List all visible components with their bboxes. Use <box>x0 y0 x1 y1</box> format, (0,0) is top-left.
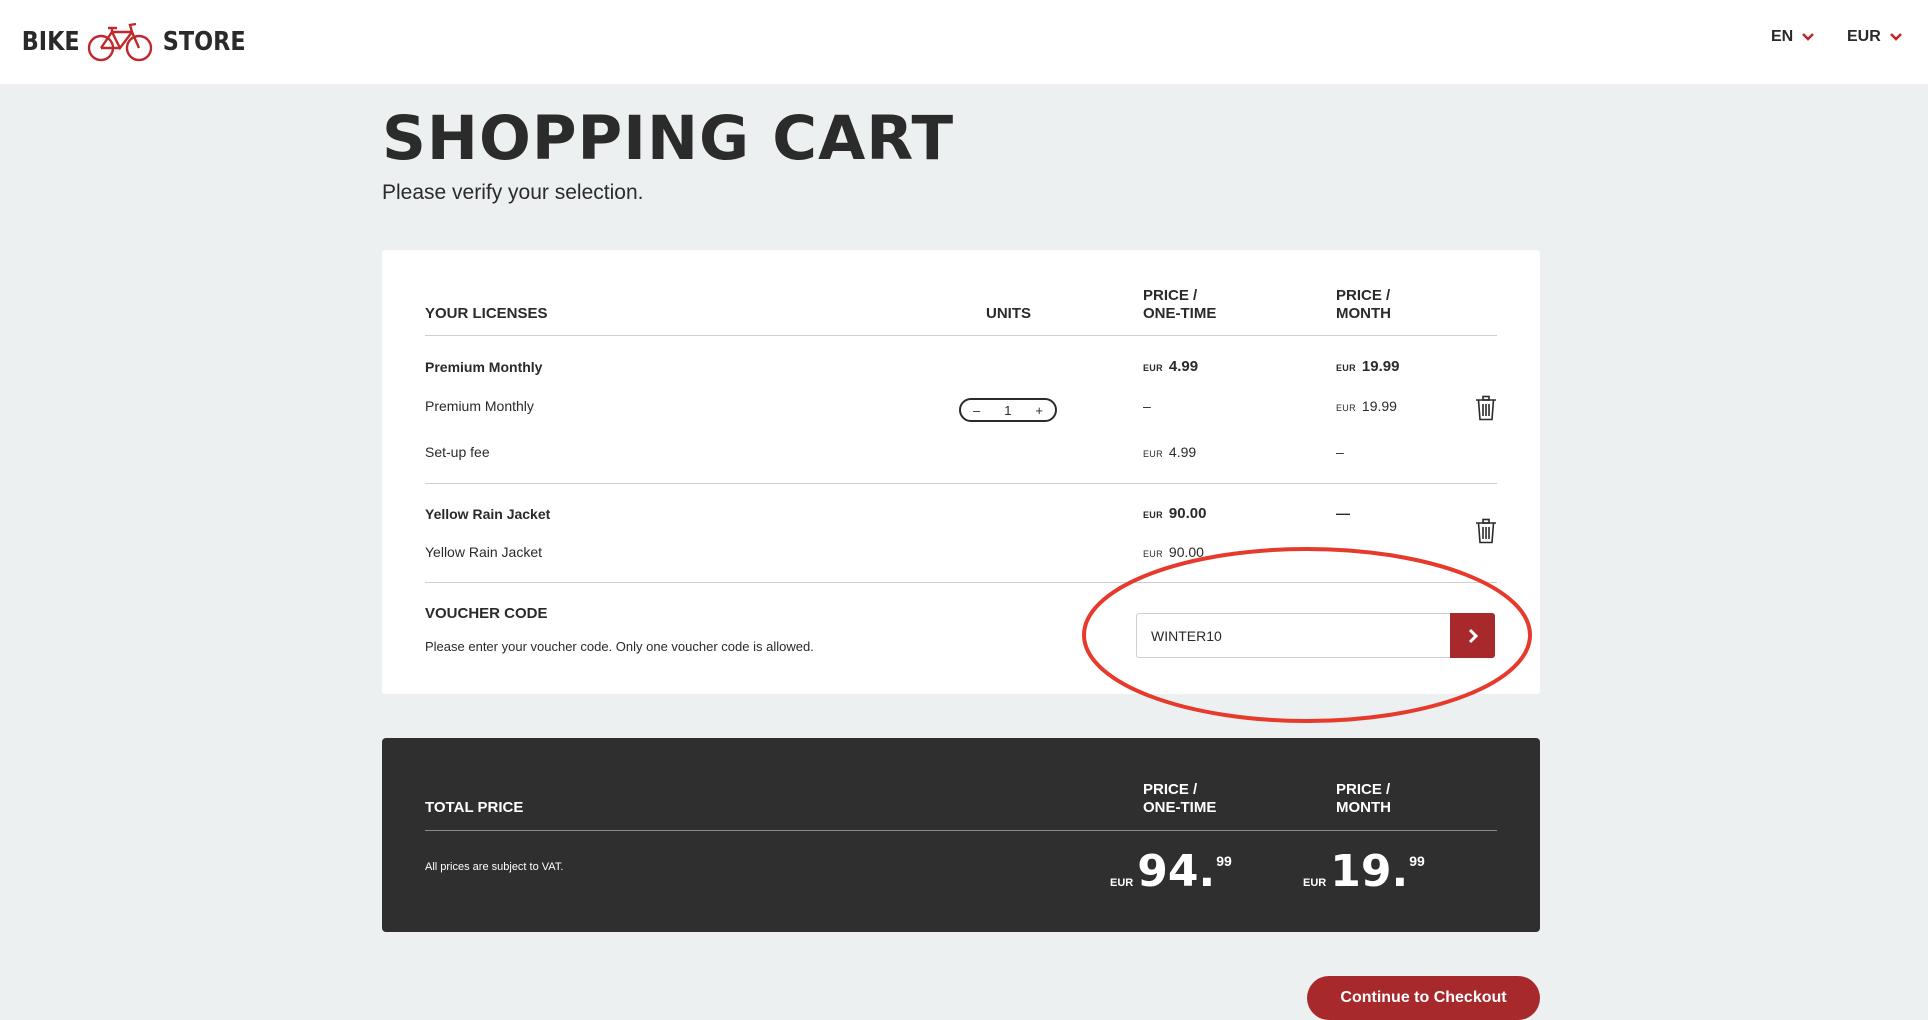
line-item-label: Premium Monthly <box>425 398 534 414</box>
header-line: PRICE / <box>1336 781 1391 798</box>
total-price-label: TOTAL PRICE <box>425 799 524 816</box>
total-monthly-price: EUR 19. 99 <box>1303 850 1425 894</box>
total-price-card: TOTAL PRICE PRICE / ONE-TIME PRICE / MON… <box>382 738 1540 932</box>
price-value: 4.99 <box>1168 444 1197 460</box>
header-line: PRICE / <box>1336 287 1391 304</box>
price-value: 19.99 <box>1361 398 1397 414</box>
vat-note: All prices are subject to VAT. <box>425 861 564 873</box>
item-price-month: EUR 19.99 <box>1336 358 1399 375</box>
line-price-month: – <box>1336 444 1344 460</box>
price-decimals: 99 <box>1216 853 1232 869</box>
divider <box>425 582 1497 583</box>
language-label: EN <box>1771 28 1794 45</box>
price-value: 19.99 <box>1361 358 1400 375</box>
currency-label: EUR <box>1847 28 1881 45</box>
header-line: MONTH <box>1336 799 1391 816</box>
line-price-one-time: EUR 90.00 <box>1143 544 1204 560</box>
chevron-right-icon <box>1468 628 1478 643</box>
quantity-value: 1 <box>1004 402 1012 418</box>
currency-code: EUR <box>1303 877 1327 889</box>
voucher-title: VOUCHER CODE <box>425 605 548 622</box>
item-name: Premium Monthly <box>425 359 543 375</box>
voucher-hint: Please enter your voucher code. Only one… <box>425 639 814 654</box>
cart-card: YOUR LICENSES UNITS PRICE / ONE-TIME PRI… <box>382 250 1540 694</box>
column-header-price-one-time: PRICE / ONE-TIME <box>1143 287 1216 323</box>
top-bar: BIKE STORE EN EUR <box>0 0 1928 84</box>
price-value: 90.00 <box>1168 505 1207 522</box>
price-integer: 19. <box>1330 846 1409 897</box>
quantity-stepper[interactable]: – 1 + <box>959 398 1057 422</box>
currency-code: EUR <box>1110 877 1134 889</box>
price-value: 4.99 <box>1168 358 1199 375</box>
header-line: ONE-TIME <box>1143 799 1217 816</box>
increase-button[interactable]: + <box>1035 403 1043 418</box>
divider <box>425 483 1497 484</box>
currency-code: EUR <box>1143 549 1163 559</box>
column-header-licenses: YOUR LICENSES <box>425 305 548 322</box>
header-line: ONE-TIME <box>1143 305 1217 322</box>
column-header-price-month: PRICE / MONTH <box>1336 287 1391 323</box>
page-subtitle: Please verify your selection. <box>382 181 644 204</box>
currency-code: EUR <box>1336 363 1356 373</box>
item-price-one-time: EUR 4.99 <box>1143 358 1198 375</box>
logo-text-left: BIKE <box>21 27 80 57</box>
price-decimals: 99 <box>1409 853 1425 869</box>
line-item-label: Set-up fee <box>425 444 490 460</box>
currency-selector[interactable]: EUR <box>1847 28 1903 46</box>
trash-icon[interactable] <box>1475 518 1497 544</box>
divider <box>425 830 1497 831</box>
item-price-month: — <box>1336 505 1350 521</box>
store-logo[interactable]: BIKE STORE <box>17 20 253 64</box>
currency-code: EUR <box>1143 449 1163 459</box>
item-name: Yellow Rain Jacket <box>425 506 551 522</box>
decrease-button[interactable]: – <box>973 403 980 418</box>
chevron-down-icon <box>1802 33 1815 41</box>
currency-code: EUR <box>1336 403 1356 413</box>
bicycle-icon <box>88 22 153 62</box>
line-price-one-time: EUR 4.99 <box>1143 444 1196 460</box>
currency-code: EUR <box>1143 363 1163 373</box>
line-price-month: EUR 19.99 <box>1336 398 1397 414</box>
continue-to-checkout-button[interactable]: Continue to Checkout <box>1307 976 1540 1020</box>
header-line: PRICE / <box>1143 781 1198 798</box>
total-one-time-price: EUR 94. 99 <box>1110 850 1232 894</box>
line-price-one-time: – <box>1143 398 1151 414</box>
currency-code: EUR <box>1143 510 1163 520</box>
item-price-one-time: EUR 90.00 <box>1143 505 1206 522</box>
logo-text-right: STORE <box>163 27 247 57</box>
header-line: PRICE / <box>1143 287 1198 304</box>
total-header-one-time: PRICE / ONE-TIME <box>1143 781 1216 817</box>
price-value: 90.00 <box>1168 544 1204 560</box>
header-line: MONTH <box>1336 305 1391 322</box>
trash-icon[interactable] <box>1475 395 1497 421</box>
language-selector[interactable]: EN <box>1771 28 1815 46</box>
column-header-units: UNITS <box>986 305 1031 322</box>
total-header-month: PRICE / MONTH <box>1336 781 1391 817</box>
chevron-down-icon <box>1889 33 1902 41</box>
price-integer: 94. <box>1137 846 1216 897</box>
divider <box>425 335 1497 336</box>
page-title: SHOPPING CART <box>382 103 955 174</box>
line-item-label: Yellow Rain Jacket <box>425 544 542 560</box>
apply-voucher-button[interactable] <box>1450 613 1495 658</box>
voucher-code-input[interactable] <box>1136 613 1450 658</box>
